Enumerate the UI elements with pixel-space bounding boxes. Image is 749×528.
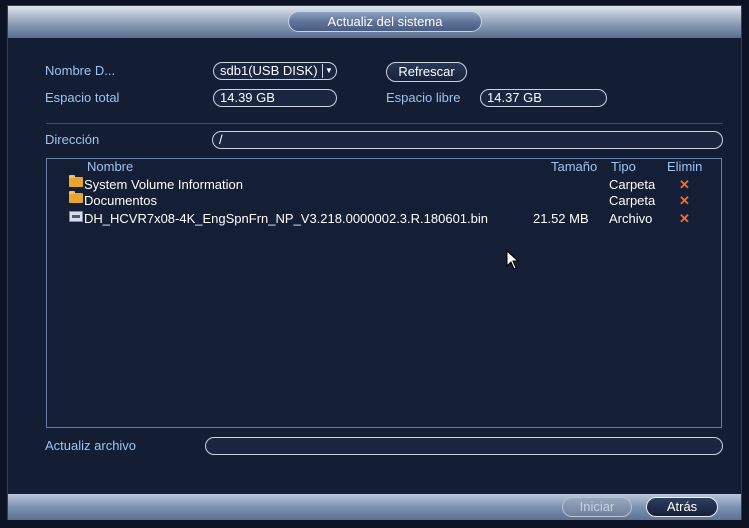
table-row[interactable]: System Volume Information Carpeta ✕ bbox=[47, 175, 721, 193]
column-name[interactable]: Nombre bbox=[87, 159, 133, 174]
column-size[interactable]: Tamaño bbox=[551, 159, 597, 174]
system-update-dialog: Actualiz del sistema Nombre D... sdb1(US… bbox=[7, 5, 742, 520]
refresh-button[interactable]: Refrescar bbox=[386, 62, 467, 82]
free-space-field: 14.37 GB bbox=[480, 89, 607, 107]
update-file-label: Actualiz archivo bbox=[45, 438, 137, 453]
title-bar: Actualiz del sistema bbox=[8, 6, 741, 38]
chevron-down-icon[interactable]: ▼ bbox=[322, 64, 335, 78]
table-row[interactable]: Documentos Carpeta ✕ bbox=[47, 191, 721, 209]
column-type[interactable]: Tipo bbox=[611, 159, 636, 174]
device-select[interactable]: sdb1(USB DISK) ▼ bbox=[213, 62, 337, 80]
folder-icon bbox=[69, 191, 83, 203]
device-name-label: Nombre D... bbox=[45, 63, 116, 78]
path-field[interactable]: / bbox=[212, 131, 723, 149]
update-file-field[interactable] bbox=[205, 437, 723, 455]
free-space-label: Espacio libre bbox=[386, 90, 461, 105]
file-type: Carpeta bbox=[609, 193, 656, 208]
file-list-header: Nombre Tamaño Tipo Elimin bbox=[47, 159, 721, 174]
table-row[interactable]: DH_HCVR7x08-4K_EngSpnFrn_NP_V3.218.00000… bbox=[47, 211, 721, 227]
file-name: System Volume Information bbox=[84, 177, 243, 192]
back-button[interactable]: Atrás bbox=[646, 497, 718, 517]
device-select-value: sdb1(USB DISK) bbox=[220, 63, 318, 78]
file-type: Carpeta bbox=[609, 177, 656, 192]
path-label: Dirección bbox=[45, 132, 100, 147]
total-space-field: 14.39 GB bbox=[213, 89, 337, 107]
total-space-label: Espacio total bbox=[45, 90, 120, 105]
delete-icon[interactable]: ✕ bbox=[679, 193, 690, 209]
mouse-pointer-icon bbox=[506, 250, 520, 270]
column-delete[interactable]: Elimin bbox=[667, 159, 702, 174]
footer-bar: Iniciar Atrás bbox=[8, 494, 741, 520]
file-size: 21.52 MB bbox=[533, 211, 589, 226]
delete-icon[interactable]: ✕ bbox=[679, 177, 690, 193]
file-type: Archivo bbox=[609, 211, 653, 226]
file-list[interactable]: Nombre Tamaño Tipo Elimin System Volume … bbox=[46, 158, 722, 428]
file-name: DH_HCVR7x08-4K_EngSpnFrn_NP_V3.218.00000… bbox=[84, 211, 488, 226]
section-divider bbox=[46, 123, 723, 124]
file-name: Documentos bbox=[84, 193, 157, 208]
folder-icon bbox=[69, 175, 83, 187]
dialog-title: Actualiz del sistema bbox=[288, 11, 482, 32]
start-button[interactable]: Iniciar bbox=[562, 497, 632, 517]
file-icon bbox=[69, 211, 83, 222]
delete-icon[interactable]: ✕ bbox=[679, 211, 690, 227]
